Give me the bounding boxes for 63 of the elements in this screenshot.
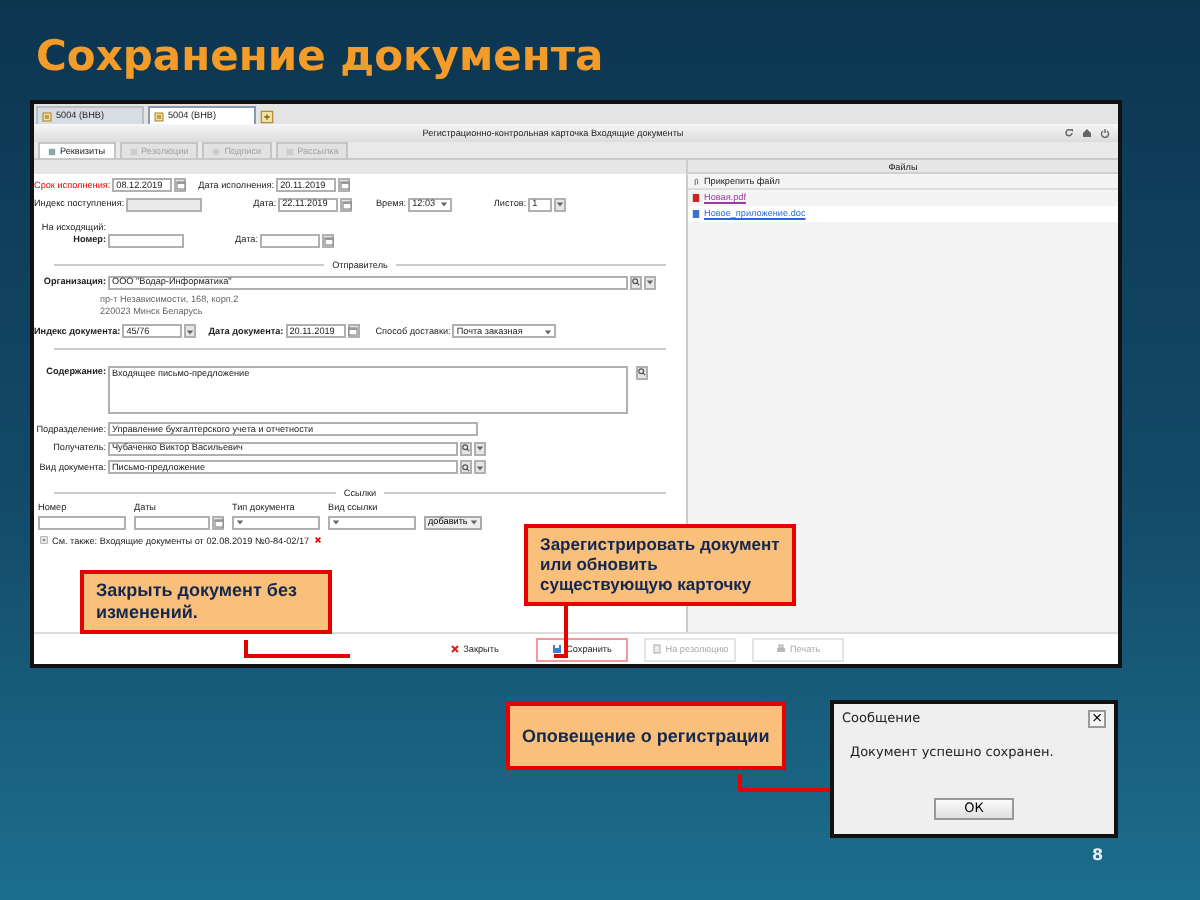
dropdown-button[interactable]: [474, 441, 486, 455]
leader-line: [738, 774, 830, 792]
dropdown-button[interactable]: [474, 460, 486, 474]
date-field[interactable]: [134, 515, 210, 529]
dropdown-button[interactable]: [184, 324, 197, 338]
calendar-button[interactable]: [340, 197, 353, 211]
caret-icon: [440, 200, 449, 208]
calendar-icon: [175, 180, 186, 190]
dropdown[interactable]: [232, 515, 320, 529]
caret-icon: [236, 518, 244, 526]
caret-icon: [332, 518, 340, 526]
caret-icon: [476, 444, 484, 452]
printer-icon: [775, 644, 786, 654]
callout: Оповещение о регистрации: [506, 702, 786, 770]
callout: Зарегистрировать документ или обновить существующую карточку: [524, 524, 796, 606]
caret-icon: [556, 200, 565, 208]
date-field[interactable]: [260, 233, 320, 247]
tab-icon: [48, 147, 56, 155]
dropdown[interactable]: [328, 515, 416, 529]
refresh-icon[interactable]: [1064, 128, 1074, 138]
calendar-button[interactable]: [174, 178, 187, 192]
calendar-icon: [339, 180, 350, 190]
search-button[interactable]: [630, 275, 642, 289]
document-icon: [651, 644, 662, 654]
calendar-icon: [348, 326, 359, 336]
calendar-icon: [341, 199, 352, 209]
search-icon: [632, 278, 640, 286]
dropdown-button[interactable]: [644, 275, 656, 289]
document-icon: [154, 111, 164, 121]
text-field[interactable]: [108, 233, 184, 247]
leader-line: [554, 606, 568, 658]
search-icon: [462, 463, 470, 471]
caret-icon: [186, 327, 195, 335]
calendar-button[interactable]: [338, 178, 351, 192]
calendar-button[interactable]: [322, 233, 334, 247]
text-field[interactable]: [126, 197, 203, 211]
search-icon: [638, 368, 646, 376]
search-button[interactable]: [460, 441, 472, 455]
calendar-icon: [323, 235, 333, 245]
delete-icon[interactable]: [313, 536, 322, 545]
search-button[interactable]: [636, 365, 648, 379]
new-tab-icon[interactable]: [260, 110, 274, 124]
floppy-disk-icon: [552, 644, 563, 654]
caret-icon: [544, 327, 553, 335]
search-button[interactable]: [460, 460, 472, 474]
power-icon[interactable]: [1100, 128, 1110, 138]
caret-icon: [646, 278, 654, 286]
dropdown-button[interactable]: [554, 197, 567, 211]
slide-title: Сохранение документа: [36, 32, 604, 83]
document-icon: [42, 111, 52, 121]
home-icon[interactable]: [1082, 128, 1092, 138]
calendar-button[interactable]: [347, 324, 360, 338]
calendar-button[interactable]: [212, 515, 224, 529]
page-number: 8: [1092, 844, 1104, 868]
expand-icon[interactable]: [40, 536, 48, 545]
text-field[interactable]: [38, 515, 126, 529]
caret-icon: [469, 518, 478, 526]
caret-icon: [476, 463, 484, 471]
search-icon: [462, 444, 470, 452]
close-icon: [449, 644, 460, 654]
callout: Закрыть документ без изменений.: [80, 570, 332, 634]
calendar-icon: [213, 517, 223, 527]
leader-line: [244, 640, 350, 658]
